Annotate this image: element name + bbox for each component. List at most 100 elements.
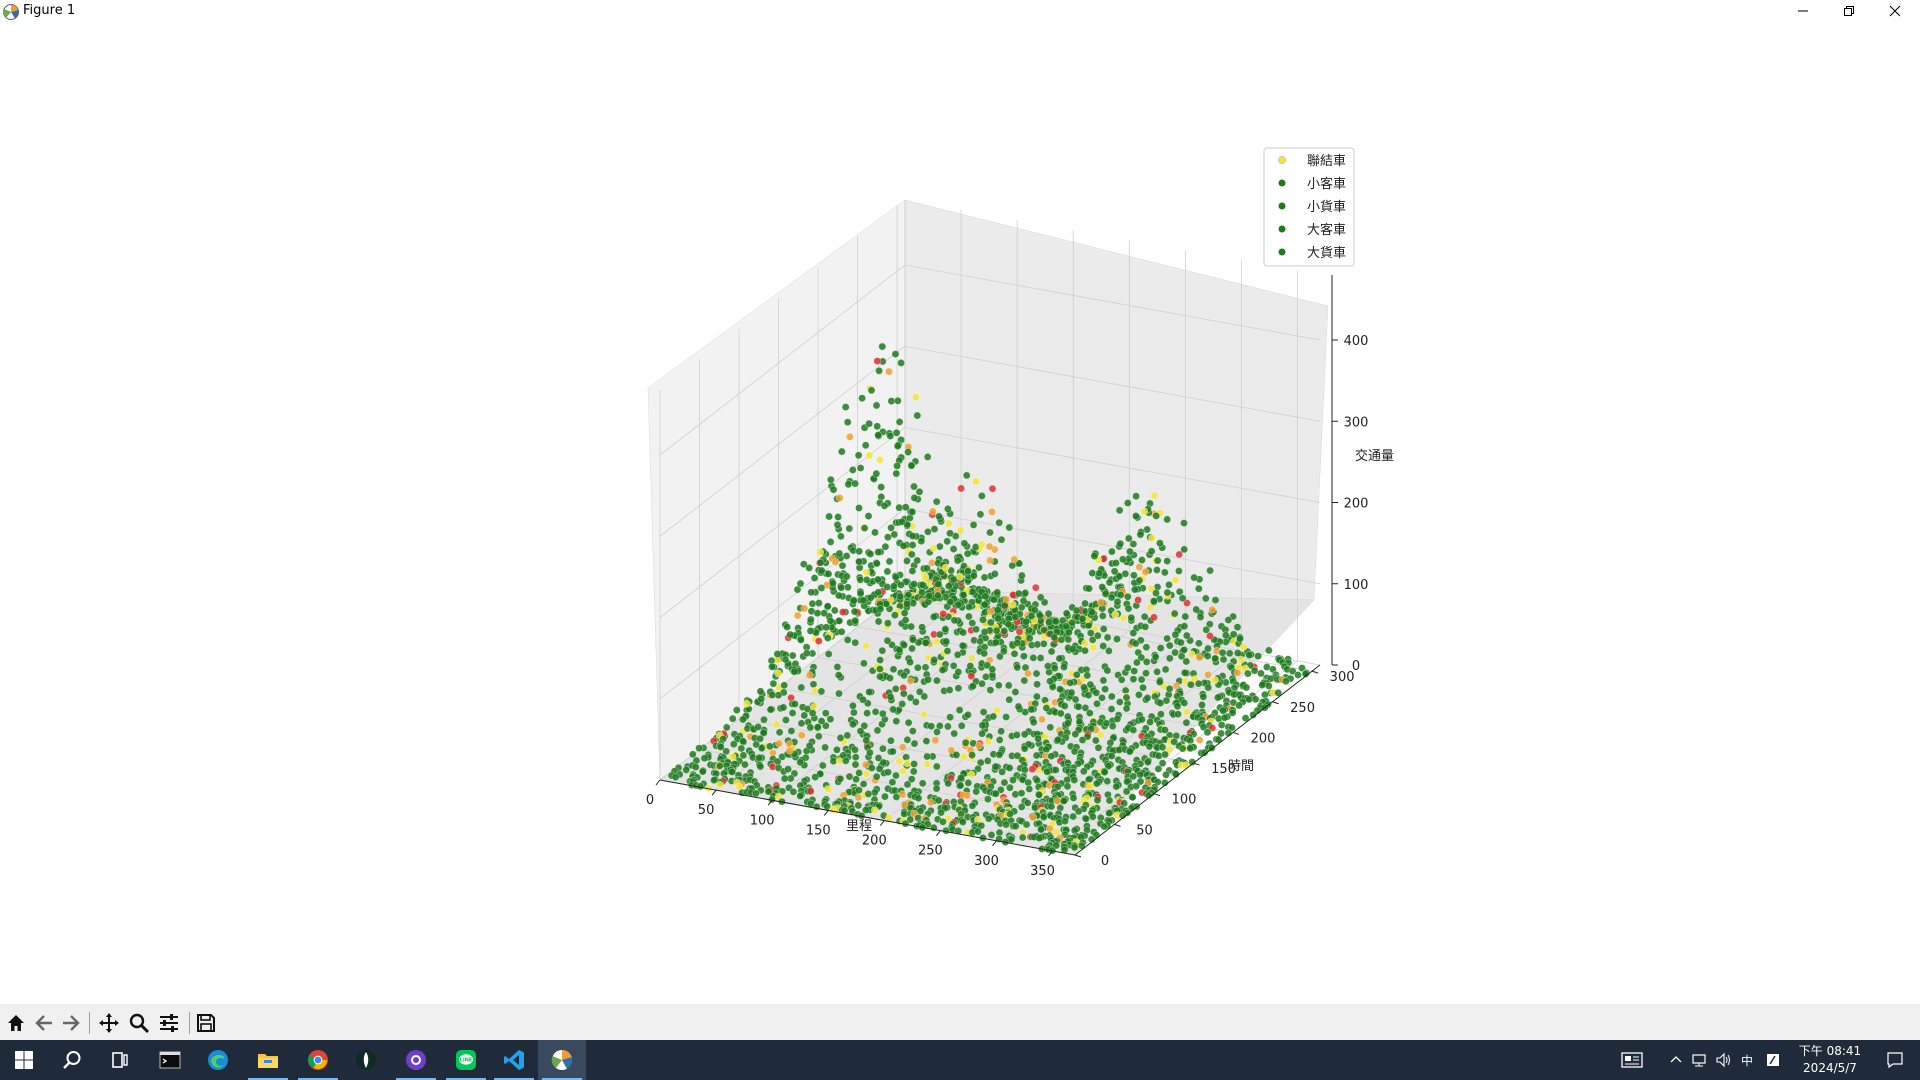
scatter-point <box>961 738 970 747</box>
scatter-point <box>824 785 832 793</box>
scatter-point <box>1163 588 1172 597</box>
scatter-point <box>1220 713 1229 722</box>
scatter-point <box>785 746 794 755</box>
scatter-point <box>939 817 947 826</box>
scatter-point <box>1142 643 1151 652</box>
scatter-point <box>851 745 859 754</box>
taskbar-chrome[interactable] <box>294 1040 342 1080</box>
figure-canvas[interactable]: 0 50 100 150 200 250 300 350 0 50 100 150 200 250 300 0… <box>0 24 1920 1004</box>
scatter-point <box>1148 534 1156 543</box>
show-hidden-icons[interactable] <box>1664 1040 1688 1080</box>
scatter-point <box>1019 596 1028 605</box>
scatter-point <box>1047 802 1056 811</box>
scatter-point <box>891 350 900 358</box>
scatter-point <box>1070 843 1079 852</box>
scatter-point <box>944 779 953 788</box>
taskbar-mongodb-compass[interactable] <box>342 1040 390 1080</box>
zoom-button[interactable] <box>126 1010 152 1036</box>
scatter-point <box>1105 578 1114 587</box>
scatter-point <box>855 786 863 795</box>
scatter-point <box>1156 699 1165 707</box>
taskbar-file-explorer[interactable] <box>244 1040 292 1080</box>
home-button[interactable] <box>3 1010 29 1036</box>
scatter-point <box>1085 709 1094 717</box>
scatter-point <box>796 758 805 767</box>
scatter-point <box>1177 638 1185 647</box>
volume-control[interactable] <box>1712 1040 1734 1080</box>
scatter-point <box>1099 676 1108 685</box>
scatter-point <box>837 627 846 636</box>
scatter-point <box>836 734 845 742</box>
minimize-button[interactable] <box>1780 0 1826 22</box>
scatter-point <box>1198 701 1206 709</box>
scatter-point <box>1203 652 1212 660</box>
scatter-point <box>833 745 841 754</box>
scatter-point <box>1201 594 1210 603</box>
scatter-point <box>1204 670 1212 679</box>
scatter-point <box>808 599 817 608</box>
y-tick <box>1311 670 1319 674</box>
scatter-point <box>915 687 924 696</box>
scatter-point <box>988 484 997 493</box>
scatter-point <box>907 461 916 470</box>
scatter-point <box>1098 693 1106 702</box>
taskbar-vscode[interactable] <box>490 1040 538 1080</box>
scatter-point <box>986 686 995 694</box>
input-method[interactable]: 中 <box>1736 1040 1758 1080</box>
search-button[interactable] <box>48 1040 96 1080</box>
taskbar-edge[interactable] <box>194 1040 242 1080</box>
configure-subplots-button[interactable] <box>156 1010 182 1036</box>
scatter-point <box>1011 822 1020 831</box>
scatter-point <box>1113 635 1121 643</box>
matplotlib-icon <box>551 1050 573 1070</box>
y-tick-label: 50 <box>1136 823 1153 838</box>
scatter-point <box>835 549 844 558</box>
network-status[interactable] <box>1688 1040 1710 1080</box>
news-widget[interactable] <box>1614 1040 1650 1080</box>
scatter-point <box>854 801 863 810</box>
taskbar-clock[interactable]: 下午 08:41 2024/5/7 <box>1790 1043 1870 1077</box>
taskbar-github-desktop[interactable] <box>392 1040 440 1080</box>
scatter-point <box>996 652 1004 661</box>
scatter-point <box>900 609 909 617</box>
scatter-point <box>994 614 1003 623</box>
scatter-point <box>893 461 901 470</box>
scatter-point <box>903 759 912 768</box>
scatter-point <box>875 366 883 375</box>
legend-label-1: 小客車 <box>1307 176 1346 192</box>
back-button[interactable] <box>31 1010 57 1036</box>
scatter-point <box>806 627 815 635</box>
scatter-point <box>873 357 882 365</box>
taskbar-line[interactable]: LINE <box>442 1040 490 1080</box>
scatter-point <box>806 723 815 732</box>
restore-button[interactable] <box>1826 0 1872 22</box>
pan-button[interactable] <box>96 1010 122 1036</box>
scatter-point <box>788 651 797 660</box>
input-mode-indicator[interactable] <box>1762 1040 1784 1080</box>
scatter-point <box>1180 645 1189 654</box>
scatter-point <box>889 747 897 756</box>
scatter-point <box>876 605 885 613</box>
scatter-point <box>984 737 992 746</box>
taskbar-terminal[interactable] <box>146 1040 194 1080</box>
scatter-point <box>1036 593 1045 602</box>
forward-button[interactable] <box>58 1010 84 1036</box>
save-button[interactable] <box>193 1010 219 1036</box>
start-button[interactable] <box>0 1040 48 1080</box>
scatter-point <box>1005 523 1014 532</box>
taskbar-matplotlib-figure[interactable] <box>538 1040 586 1080</box>
scatter-point <box>700 754 709 763</box>
scatter-point <box>929 612 938 621</box>
notification-center[interactable] <box>1874 1040 1916 1080</box>
scatter-point <box>972 787 981 796</box>
close-button[interactable] <box>1872 0 1918 22</box>
scatter-point <box>820 609 828 618</box>
scatter-point <box>851 479 859 488</box>
scatter-point <box>1045 824 1054 833</box>
z-tick-label: 0 <box>1352 659 1360 674</box>
scatter-point <box>1204 644 1212 653</box>
scatter-point <box>810 574 819 582</box>
scatter-point <box>901 503 910 512</box>
scatter-point <box>908 644 916 653</box>
task-view-button[interactable] <box>96 1040 144 1080</box>
